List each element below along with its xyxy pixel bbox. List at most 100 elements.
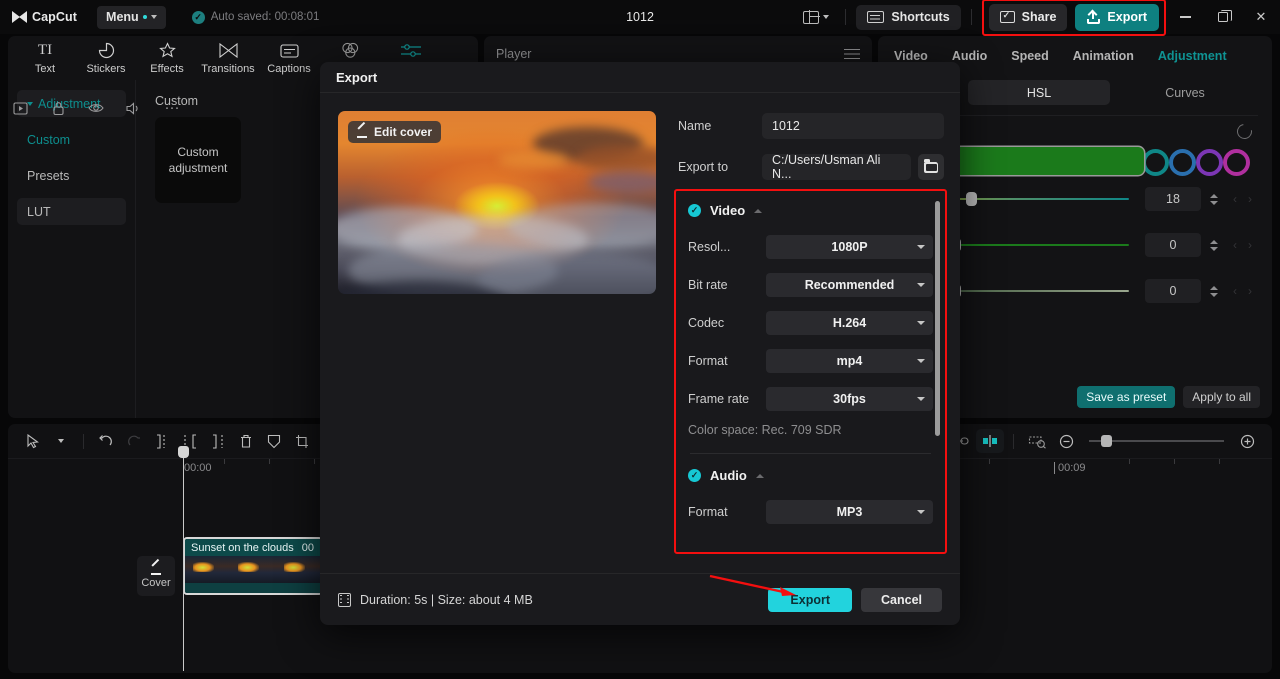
audio-section-label: Audio — [710, 468, 747, 483]
crop-icon[interactable] — [289, 428, 315, 454]
hue-stepper[interactable] — [1205, 187, 1223, 211]
audio-format-select[interactable]: MP3 — [766, 500, 933, 524]
export-confirm-button[interactable]: Export — [768, 587, 852, 612]
framerate-value: 30fps — [833, 392, 866, 406]
video-checkbox[interactable]: ✓ — [688, 204, 701, 217]
shortcuts-button[interactable]: Shortcuts — [856, 4, 961, 30]
tool-tab-effects[interactable]: Effects — [138, 36, 196, 75]
tool-tab-filters[interactable] — [321, 36, 379, 63]
split-icon[interactable] — [149, 428, 175, 454]
mask-icon[interactable] — [261, 428, 287, 454]
name-input[interactable]: 1012 — [762, 113, 944, 139]
apply-to-all-button[interactable]: Apply to all — [1183, 386, 1260, 408]
divider — [845, 9, 847, 25]
reset-icon[interactable] — [1234, 121, 1255, 142]
lock-icon[interactable] — [50, 100, 66, 116]
keyframe-icon[interactable] — [1023, 428, 1051, 454]
playhead-handle[interactable] — [178, 446, 189, 458]
zoom-slider[interactable] — [1089, 435, 1224, 447]
titlebar-right-group: Shortcuts Share Export ✕ — [797, 0, 1280, 36]
zoom-out-icon[interactable] — [1053, 428, 1079, 454]
close-button[interactable]: ✕ — [1242, 0, 1280, 34]
audio-section-header[interactable]: ✓ Audio — [688, 468, 933, 483]
app-logo: CapCut — [12, 10, 77, 24]
tool-tab-transitions[interactable]: Transitions — [199, 36, 257, 75]
codec-row: Codec H.264 — [688, 304, 933, 342]
custom-adjustment-card[interactable]: Custom adjustment — [155, 117, 241, 203]
audio-checkbox[interactable]: ✓ — [688, 469, 701, 482]
segment-hsl[interactable]: HSL — [968, 80, 1110, 105]
codec-select[interactable]: H.264 — [766, 311, 933, 335]
tab-video[interactable]: Video — [894, 49, 928, 63]
chevron-down-icon[interactable] — [48, 428, 74, 454]
luminance-stepper[interactable] — [1205, 279, 1223, 303]
playhead[interactable] — [178, 446, 189, 671]
edit-cover-button[interactable]: Edit cover — [348, 121, 442, 143]
color-wheel-purple[interactable] — [1196, 149, 1223, 176]
chevron-up-icon[interactable] — [755, 473, 764, 478]
hamburger-icon[interactable] — [844, 48, 860, 60]
sidebar-item-presets[interactable]: Presets — [17, 162, 126, 189]
framerate-select[interactable]: 30fps — [766, 387, 933, 411]
volume-icon[interactable] — [126, 100, 142, 116]
delete-icon[interactable] — [233, 428, 259, 454]
tool-tab-stickers[interactable]: Stickers — [77, 36, 135, 75]
saturation-value[interactable]: 0 — [1145, 233, 1201, 257]
cover-preview[interactable]: Edit cover — [338, 111, 656, 294]
chevron-up-icon[interactable] — [754, 208, 763, 213]
menu-button[interactable]: Menu — [97, 5, 166, 29]
resolution-select[interactable]: 1080P — [766, 235, 933, 259]
share-button[interactable]: Share — [988, 3, 1068, 31]
undo-icon[interactable] — [93, 428, 119, 454]
redo-icon[interactable] — [121, 428, 147, 454]
zoom-in-icon[interactable] — [1234, 428, 1260, 454]
saturation-stepper[interactable] — [1205, 233, 1223, 257]
save-as-preset-button[interactable]: Save as preset — [1077, 386, 1176, 408]
transitions-icon — [218, 41, 238, 60]
luminance-nav-arrows[interactable]: ‹ › — [1233, 284, 1252, 298]
tool-tab-captions[interactable]: Captions — [260, 36, 318, 75]
video-section-header[interactable]: ✓ Video — [688, 203, 933, 218]
color-wheel-magenta[interactable] — [1223, 149, 1250, 176]
more-icon[interactable]: ··· — [164, 100, 180, 116]
timeline-clip[interactable]: Sunset on the clouds 00 — [183, 537, 323, 595]
minimize-button[interactable] — [1166, 0, 1204, 34]
saturation-nav-arrows[interactable]: ‹ › — [1233, 238, 1252, 252]
divider — [970, 9, 972, 25]
export-path-input[interactable]: C:/Users/Usman Ali N... — [762, 153, 911, 181]
color-wheel-teal[interactable] — [1142, 149, 1169, 176]
tab-speed[interactable]: Speed — [1011, 49, 1049, 63]
audio-format-value: MP3 — [836, 505, 863, 519]
cover-button[interactable]: Cover — [137, 556, 175, 596]
hue-value[interactable]: 18 — [1145, 187, 1201, 211]
export-button-toolbar[interactable]: Export — [1075, 3, 1159, 31]
segment-curves[interactable]: Curves — [1114, 80, 1256, 105]
sidebar-item-lut[interactable]: LUT — [17, 198, 126, 225]
tab-animation[interactable]: Animation — [1073, 49, 1134, 63]
color-wheel-blue[interactable] — [1169, 149, 1196, 176]
slider-knob[interactable] — [965, 192, 977, 206]
cancel-button[interactable]: Cancel — [861, 587, 942, 612]
tab-adjustment[interactable]: Adjustment — [1158, 49, 1227, 63]
luminance-value[interactable]: 0 — [1145, 279, 1201, 303]
tool-tab-adjustment[interactable] — [382, 36, 440, 63]
cover-label: Cover — [141, 576, 171, 589]
trim-right-icon[interactable] — [205, 428, 231, 454]
layout-button[interactable] — [797, 7, 835, 28]
eye-icon[interactable] — [88, 100, 104, 116]
settings-scrollbar[interactable] — [935, 201, 940, 436]
preview-icon[interactable] — [12, 100, 28, 116]
sidebar-item-custom[interactable]: Custom — [17, 126, 126, 153]
browse-folder-button[interactable] — [918, 154, 944, 180]
tool-tab-text[interactable]: TI Text — [16, 36, 74, 75]
zoom-slider-knob[interactable] — [1101, 435, 1112, 447]
tab-audio[interactable]: Audio — [952, 49, 987, 63]
chevron-down-icon — [917, 283, 925, 287]
bitrate-select[interactable]: Recommended — [766, 273, 933, 297]
format-select[interactable]: mp4 — [766, 349, 933, 373]
mirror-icon[interactable] — [976, 429, 1004, 453]
cursor-icon[interactable] — [20, 428, 46, 454]
restore-button[interactable] — [1204, 0, 1242, 34]
hue-nav-arrows[interactable]: ‹ › — [1233, 192, 1252, 206]
chevron-down-icon — [917, 245, 925, 249]
